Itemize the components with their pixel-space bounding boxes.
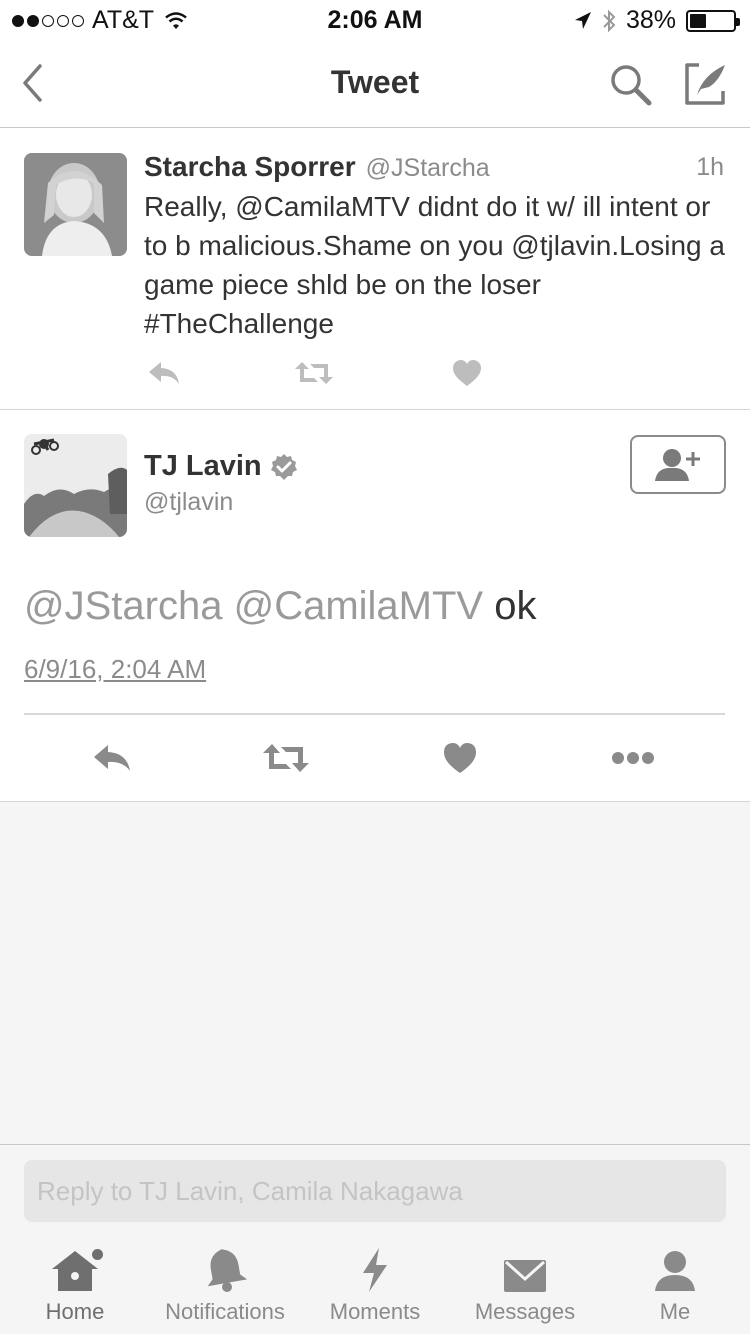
profile-photo-starcha — [24, 153, 127, 256]
main-tweet-text: @JStarcha @CamilaMTV ok — [24, 584, 536, 629]
reply-icon — [94, 745, 130, 771]
main-tweet-actions — [0, 735, 750, 781]
author-name[interactable]: Starcha Sporrer — [144, 151, 356, 183]
parent-tweet-actions — [144, 353, 544, 393]
compose-icon — [685, 63, 725, 105]
more-options-button[interactable] — [607, 735, 659, 781]
signal-strength-icon — [12, 14, 84, 27]
tab-label: Me — [659, 1299, 691, 1324]
retweet-button[interactable] — [260, 735, 312, 781]
tab-label: Notifications — [165, 1299, 285, 1324]
location-arrow-icon — [574, 11, 591, 29]
tweet-date-link[interactable]: 6/9/16, 2:04 AM — [24, 654, 206, 685]
profile-photo-tjlavin — [24, 434, 127, 537]
back-chevron-icon — [23, 64, 42, 102]
like-button[interactable] — [447, 353, 487, 393]
status-left: AT&T — [12, 6, 188, 35]
lightning-icon — [363, 1248, 387, 1292]
retweet-icon — [295, 362, 333, 384]
bluetooth-icon — [603, 9, 616, 32]
like-button[interactable] — [434, 735, 486, 781]
battery-level — [690, 13, 706, 28]
mention-link[interactable]: @CamilaMTV — [234, 584, 484, 628]
back-button[interactable] — [14, 58, 50, 108]
reply-button[interactable] — [144, 353, 184, 393]
verified-badge-icon — [270, 453, 297, 480]
compose-tweet-button[interactable] — [680, 58, 732, 110]
status-right: 38% — [574, 6, 740, 35]
author-handle[interactable]: @JStarcha — [366, 154, 490, 183]
parent-tweet-header: Starcha Sporrer @JStarcha 1h — [144, 151, 724, 187]
tab-label: Messages — [474, 1299, 576, 1324]
reply-button[interactable] — [86, 735, 138, 781]
tab-moments[interactable]: Moments — [320, 1235, 430, 1334]
status-bar: AT&T 2:06 AM 38% — [0, 0, 750, 40]
reply-icon — [149, 362, 179, 384]
like-icon — [453, 360, 481, 386]
tweet-body-text: ok — [494, 584, 537, 628]
bell-icon-wrapper — [195, 1235, 255, 1293]
battery-percentage: 38% — [625, 6, 676, 34]
person-icon — [655, 1251, 695, 1291]
avatar[interactable] — [24, 153, 127, 256]
search-icon — [611, 65, 652, 106]
reply-bar — [0, 1145, 750, 1235]
tab-home[interactable]: Home — [30, 1235, 120, 1334]
envelope-icon-wrapper — [495, 1235, 555, 1293]
reply-input[interactable] — [24, 1160, 726, 1222]
carrier-label: AT&T — [92, 6, 155, 34]
new-content-indicator — [92, 1249, 103, 1260]
navigation-bar: Tweet — [0, 40, 750, 128]
wifi-icon — [165, 11, 187, 29]
mention-link[interactable]: @JStarcha — [24, 584, 222, 628]
tab-me[interactable]: Me — [640, 1235, 710, 1334]
retweet-icon — [263, 744, 309, 772]
person-icon-wrapper — [645, 1235, 705, 1293]
tab-messages[interactable]: Messages — [465, 1235, 585, 1334]
tab-bar: Home Notifications Moments Messages Me — [0, 1235, 750, 1334]
divider — [24, 713, 725, 715]
retweet-button[interactable] — [294, 353, 334, 393]
main-tweet-author[interactable]: TJ Lavin — [144, 450, 298, 483]
author-handle[interactable]: @tjlavin — [144, 488, 233, 517]
avatar[interactable] — [24, 434, 127, 537]
bell-icon — [207, 1249, 247, 1292]
empty-replies-area — [0, 802, 750, 1145]
lightning-icon-wrapper — [345, 1235, 405, 1293]
tweet-text: Really, @CamilaMTV didnt do it w/ ill in… — [144, 191, 725, 339]
battery-icon — [686, 9, 740, 32]
author-name[interactable]: TJ Lavin — [144, 450, 262, 483]
tab-label: Moments — [329, 1299, 421, 1324]
tab-label: Home — [45, 1299, 105, 1324]
home-icon-wrapper — [45, 1235, 105, 1293]
like-icon — [444, 743, 476, 773]
main-tweet: TJ Lavin @tjlavin @JStarcha @CamilaMTV o… — [0, 410, 750, 802]
search-button[interactable] — [606, 60, 656, 110]
add-user-icon — [655, 448, 700, 481]
tweet-timestamp: 1h — [696, 153, 724, 181]
follow-button[interactable] — [630, 435, 726, 494]
envelope-icon — [504, 1260, 546, 1292]
tab-notifications[interactable]: Notifications — [155, 1235, 295, 1334]
more-icon — [612, 752, 654, 764]
parent-tweet[interactable]: Starcha Sporrer @JStarcha 1h Really, @Ca… — [0, 129, 750, 410]
